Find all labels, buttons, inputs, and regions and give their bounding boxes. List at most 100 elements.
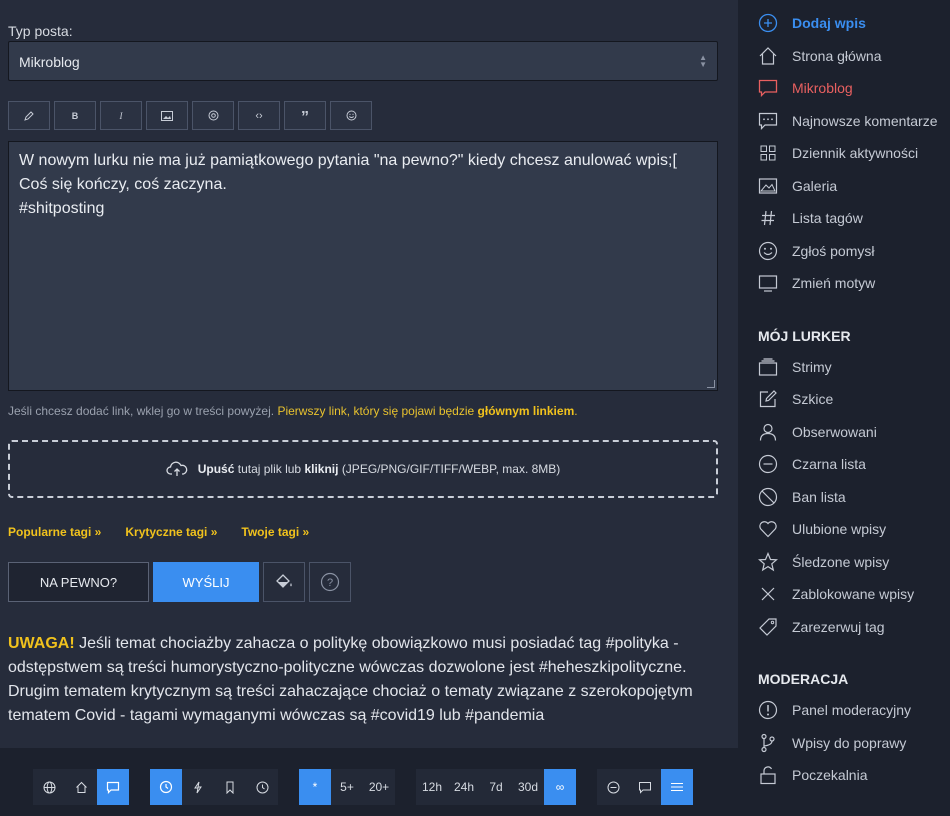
score-all-button[interactable]: *	[299, 769, 331, 805]
monitor-icon	[758, 273, 778, 293]
time-30d-button[interactable]: 30d	[512, 769, 544, 805]
post-type-select[interactable]: Mikroblog ▲ ▼	[8, 41, 718, 81]
nav-group	[33, 769, 129, 805]
hint-highlight: Pierwszy link, który się pojawi będzie	[277, 404, 475, 418]
lightning-icon[interactable]	[182, 769, 214, 805]
resize-handle[interactable]	[707, 380, 715, 388]
sidebar-item-label: Najnowsze komentarze	[792, 113, 938, 129]
sidebar-item-label: Śledzone wpisy	[792, 554, 890, 570]
time-24h-button[interactable]: 24h	[448, 769, 480, 805]
cancel-button[interactable]: NA PEWNO?	[8, 562, 149, 602]
emoji-icon[interactable]	[330, 101, 372, 130]
sidebar-item-favorites[interactable]: Ulubione wpisy	[758, 519, 886, 539]
alert-circle-icon	[758, 700, 778, 720]
history-icon[interactable]	[150, 769, 182, 805]
x-icon	[758, 584, 778, 604]
sidebar-item-add-post[interactable]: Dodaj wpis	[758, 13, 866, 33]
cloud-upload-icon	[166, 461, 188, 477]
code-icon[interactable]: ‹›	[238, 101, 280, 130]
sort-group	[150, 769, 278, 805]
sidebar-item-tracked[interactable]: Śledzone wpisy	[758, 552, 889, 572]
hint-text: Jeśli chcesz dodać link, wklej go w treś…	[8, 404, 275, 418]
upload-formats-text: (JPEG/PNG/GIF/TIFF/WEBP, max. 8MB)	[341, 462, 561, 476]
popular-tags-link[interactable]: Popularne tagi »	[8, 525, 101, 539]
sidebar-item-mod-panel[interactable]: Panel moderacyjny	[758, 700, 911, 720]
minus-circle-icon	[758, 454, 778, 474]
sidebar-item-label: Mikroblog	[792, 80, 853, 96]
chat-icon[interactable]	[97, 769, 129, 805]
upload-mid-text: tutaj plik lub	[237, 462, 302, 476]
home-icon[interactable]	[65, 769, 97, 805]
warning-label: UWAGA!	[8, 635, 75, 652]
your-tags-link[interactable]: Twoje tagi »	[241, 525, 309, 539]
score-group: * 5+ 20+	[299, 769, 395, 805]
italic-button[interactable]: I	[100, 101, 142, 130]
hint-strong: głównym linkiem	[477, 404, 575, 418]
sidebar-item-suggest[interactable]: Zgłoś pomysł	[758, 241, 874, 261]
sidebar-item-label: Zarezerwuj tag	[792, 619, 885, 635]
image-icon	[758, 176, 778, 196]
pencil-icon[interactable]	[8, 101, 50, 130]
sidebar-item-to-fix[interactable]: Wpisy do poprawy	[758, 733, 906, 753]
upload-drop-text: Upuść	[197, 462, 235, 476]
bookmark-icon[interactable]	[214, 769, 246, 805]
tag-icon	[758, 617, 778, 637]
sidebar-item-reserve-tag[interactable]: Zarezerwuj tag	[758, 617, 885, 637]
chat-icon	[758, 78, 778, 98]
lock-icon	[758, 765, 778, 785]
sidebar-item-label: Lista tagów	[792, 210, 863, 226]
paint-bucket-icon[interactable]	[263, 562, 305, 602]
sidebar-item-theme[interactable]: Zmień motyw	[758, 273, 875, 293]
sidebar-item-waiting-room[interactable]: Poczekalnia	[758, 765, 868, 785]
time-12h-button[interactable]: 12h	[416, 769, 448, 805]
score-5-button[interactable]: 5+	[331, 769, 363, 805]
user-icon	[758, 422, 778, 442]
sidebar-item-drafts[interactable]: Szkice	[758, 389, 833, 409]
minus-circle-icon[interactable]	[597, 769, 629, 805]
score-20-button[interactable]: 20+	[363, 769, 395, 805]
sidebar-item-label: Dodaj wpis	[792, 15, 866, 31]
globe-icon[interactable]	[33, 769, 65, 805]
post-type-value: Mikroblog	[19, 54, 80, 70]
bold-button[interactable]: B	[54, 101, 96, 130]
clock-icon[interactable]	[246, 769, 278, 805]
sidebar-item-streams[interactable]: Strimy	[758, 357, 832, 377]
sidebar-item-blocked[interactable]: Zablokowane wpisy	[758, 584, 914, 604]
upload-dropzone[interactable]: Upuść tutaj plik lub kliknij (JPEG/PNG/G…	[8, 440, 718, 498]
help-icon[interactable]: ?	[309, 562, 351, 602]
section-moderation: MODERACJA	[758, 671, 849, 687]
sidebar-item-tags[interactable]: Lista tagów	[758, 208, 863, 228]
sidebar-item-followed[interactable]: Obserwowani	[758, 422, 877, 442]
bold-label: B	[71, 110, 79, 121]
critical-tags-link[interactable]: Krytyczne tagi »	[125, 525, 217, 539]
plus-circle-icon	[758, 13, 778, 33]
sidebar-item-comments[interactable]: Najnowsze komentarze	[758, 111, 938, 131]
sidebar-item-microblog[interactable]: Mikroblog	[758, 78, 853, 98]
content-line: Coś się kończy, coś zaczyna.	[19, 176, 227, 193]
sidebar-item-blacklist[interactable]: Czarna lista	[758, 454, 866, 474]
content-line: #shitposting	[19, 200, 105, 217]
content-line: W nowym lurku nie ma już pamiątkowego py…	[19, 152, 677, 169]
select-arrows-icon: ▲ ▼	[699, 53, 707, 69]
time-7d-button[interactable]: 7d	[480, 769, 512, 805]
heart-icon	[758, 519, 778, 539]
menu-icon[interactable]	[661, 769, 693, 805]
hint-dot: .	[574, 404, 578, 418]
sidebar-item-label: Galeria	[792, 178, 838, 194]
time-all-button[interactable]: ∞	[544, 769, 576, 805]
sidebar-item-banlist[interactable]: Ban lista	[758, 487, 846, 507]
spoiler-icon[interactable]	[192, 101, 234, 130]
post-content-textarea[interactable]: W nowym lurku nie ma już pamiątkowego py…	[8, 141, 718, 391]
sidebar-item-home[interactable]: Strona główna	[758, 46, 882, 66]
link-hint: Jeśli chcesz dodać link, wklej go w treś…	[8, 404, 578, 418]
sidebar-item-gallery[interactable]: Galeria	[758, 176, 837, 196]
sidebar-item-activity[interactable]: Dziennik aktywności	[758, 143, 918, 163]
tag-links: Popularne tagi » Krytyczne tagi » Twoje …	[8, 525, 309, 539]
send-button[interactable]: WYŚLIJ	[153, 562, 259, 602]
sidebar-item-label: Zablokowane wpisy	[792, 586, 915, 602]
sidebar-item-label: Wpisy do poprawy	[792, 735, 907, 751]
quote-icon[interactable]: ”	[284, 101, 326, 130]
image-icon[interactable]	[146, 101, 188, 130]
comment-icon[interactable]	[629, 769, 661, 805]
sidebar-item-label: Ulubione wpisy	[792, 521, 887, 537]
